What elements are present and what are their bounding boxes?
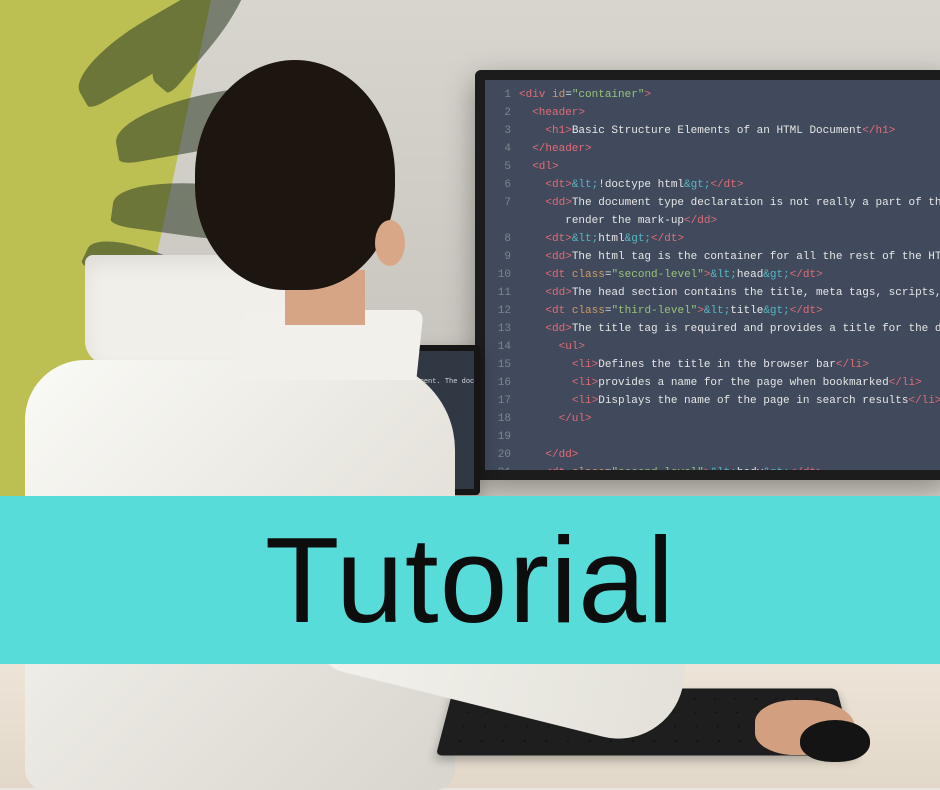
mouse (800, 720, 870, 762)
title-banner: Tutorial (0, 496, 940, 664)
monitor-screen-code: 1<div id="container"> 2 <header> 3 <h1>B… (485, 80, 940, 470)
external-monitor: 1<div id="container"> 2 <header> 3 <h1>B… (475, 70, 940, 480)
scene-background: 1<div id="container"> 2 <header> 3 <h1>B… (0, 0, 940, 788)
banner-title: Tutorial (265, 510, 675, 650)
